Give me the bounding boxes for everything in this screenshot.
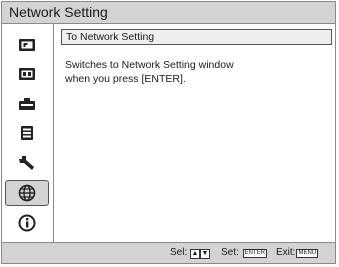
connection-icon	[18, 97, 36, 111]
globe-network-icon	[18, 184, 36, 202]
sidebar-item-network[interactable]	[5, 180, 49, 206]
sidebar-item-connection[interactable]	[5, 91, 49, 117]
status-bar: Sel: ▲ ▼ Set: ENTER Exit: MENU	[2, 242, 335, 263]
down-arrow-key-icon: ▼	[200, 249, 211, 259]
select-hint: Sel: ▲ ▼	[170, 243, 211, 263]
menu-key-icon: MENU	[296, 249, 319, 258]
picture-icon	[18, 38, 36, 52]
sidebar-item-screen[interactable]	[5, 61, 49, 87]
installation-menu-icon	[19, 125, 35, 141]
set-label: Set:	[221, 247, 239, 258]
sel-label: Sel:	[170, 247, 188, 258]
up-arrow-key-icon: ▲	[190, 249, 201, 259]
sidebar-item-function[interactable]	[5, 150, 49, 176]
enter-key-icon: ENTER	[242, 249, 267, 258]
menu-sidebar	[2, 24, 54, 242]
description-line: when you press [ENTER].	[65, 73, 186, 85]
menu-item-to-network-setting[interactable]: To Network Setting	[61, 29, 332, 45]
sidebar-item-information[interactable]	[5, 210, 49, 236]
sidebar-item-picture[interactable]	[5, 32, 49, 58]
exit-label: Exit:	[276, 247, 296, 258]
menu-window: Network Setting To Network Setting Switc…	[1, 1, 336, 264]
exit-hint: Exit: MENU	[276, 243, 319, 263]
information-icon	[18, 214, 36, 232]
screen-icon	[18, 67, 36, 81]
item-description: Switches to Network Setting window when …	[65, 58, 325, 86]
sidebar-item-installation[interactable]	[5, 120, 49, 146]
window-title: Network Setting	[2, 2, 335, 24]
set-hint: Set: ENTER	[221, 243, 267, 263]
wrench-icon	[18, 155, 36, 171]
description-line: Switches to Network Setting window	[65, 59, 234, 71]
